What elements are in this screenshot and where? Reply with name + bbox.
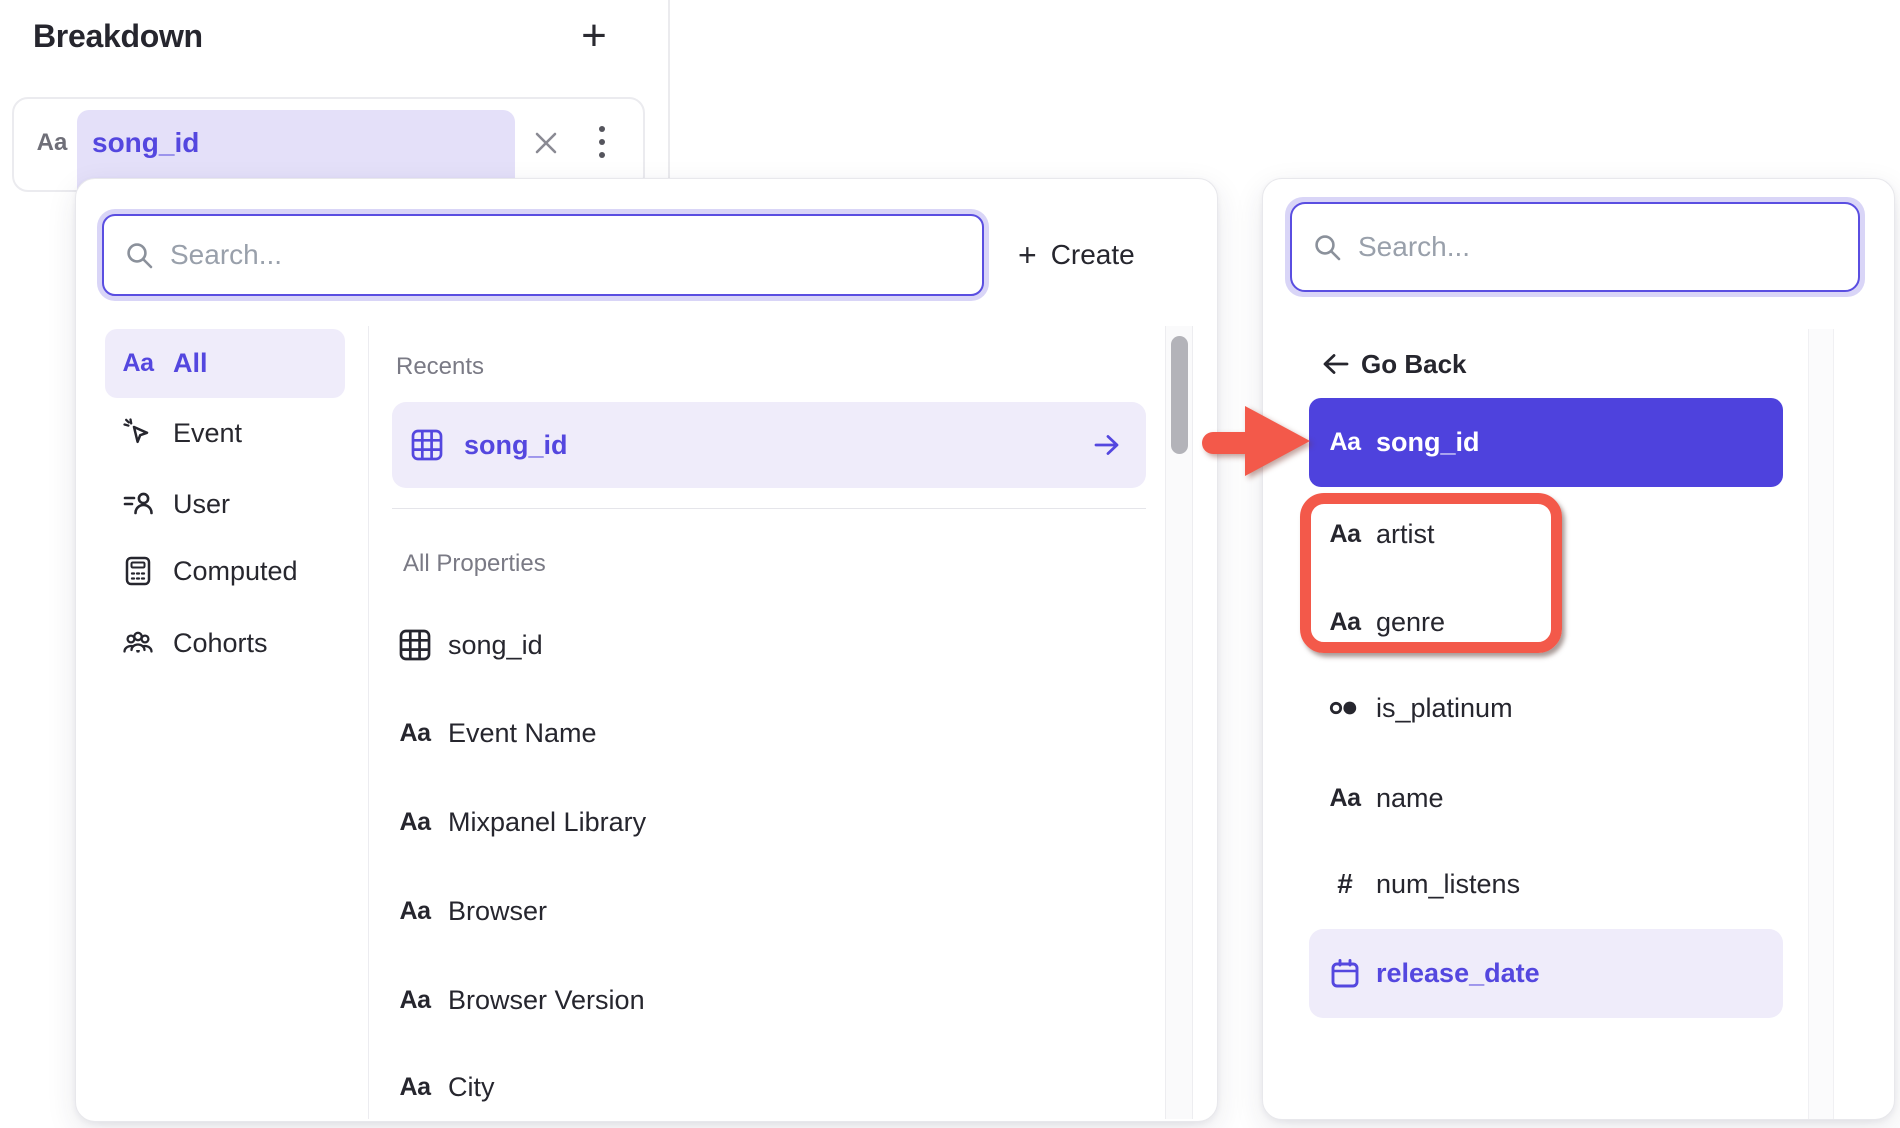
- selected-property-label: song_id: [92, 110, 199, 176]
- property-label: Browser: [448, 896, 547, 927]
- text-type-icon: Aa: [1330, 784, 1361, 813]
- all-properties-header: All Properties: [403, 550, 546, 578]
- text-type-icon: Aa: [1330, 428, 1361, 457]
- property-row-genre[interactable]: Aa genre: [1309, 589, 1549, 655]
- search-input[interactable]: [170, 239, 982, 271]
- category-label: Event: [173, 418, 242, 449]
- remove-property-button[interactable]: [528, 125, 564, 161]
- event-cursor-icon: [121, 416, 155, 450]
- arrow-left-icon: [1321, 351, 1351, 377]
- nested-property-picker-dropdown: Go Back Aa song_id Aa artist Aa genre is…: [1262, 178, 1895, 1120]
- property-row-num-listens[interactable]: # num_listens: [1309, 851, 1783, 917]
- scrollbar-track: [1808, 329, 1834, 1119]
- sidebar-category-computed[interactable]: Computed: [105, 536, 345, 606]
- property-label: genre: [1376, 607, 1445, 638]
- property-label: City: [448, 1072, 495, 1103]
- table-icon: [409, 427, 445, 463]
- property-row-browser-version[interactable]: Aa Browser Version: [392, 956, 1146, 1044]
- search-input[interactable]: [1358, 231, 1858, 263]
- search-field: [1285, 197, 1865, 297]
- property-row-name[interactable]: Aa name: [1309, 765, 1783, 831]
- sidebar-category-cohorts[interactable]: Cohorts: [105, 608, 345, 678]
- calculator-icon: [121, 554, 155, 588]
- property-label: is_platinum: [1376, 693, 1513, 724]
- property-row-browser[interactable]: Aa Browser: [392, 867, 1146, 955]
- property-label: release_date: [1376, 958, 1540, 989]
- go-back-label: Go Back: [1361, 349, 1467, 380]
- breakdown-section-title: Breakdown: [33, 18, 203, 55]
- calendar-icon: [1328, 957, 1362, 991]
- property-label: Mixpanel Library: [448, 807, 646, 838]
- category-label: Computed: [173, 556, 298, 587]
- breakdown-panel-border: [668, 0, 670, 178]
- property-row-is-platinum[interactable]: is_platinum: [1309, 675, 1783, 741]
- property-label: Browser Version: [448, 985, 645, 1016]
- create-button-label: Create: [1051, 239, 1135, 271]
- property-row-mixpanel-library[interactable]: Aa Mixpanel Library: [392, 778, 1146, 866]
- search-field: [97, 209, 989, 301]
- property-row-song-id-selected[interactable]: Aa song_id: [1309, 398, 1783, 487]
- property-options-button[interactable]: [586, 121, 618, 165]
- close-icon: [533, 130, 559, 156]
- search-icon: [124, 240, 154, 270]
- add-breakdown-button[interactable]: +: [566, 8, 622, 64]
- text-type-icon: Aa: [400, 897, 431, 926]
- sidebar-category-user[interactable]: User: [105, 469, 345, 539]
- category-list-divider: [368, 326, 369, 1119]
- arrow-right-icon: [1092, 430, 1122, 460]
- text-type-icon: Aa: [400, 808, 431, 837]
- sidebar-category-event[interactable]: Event: [105, 398, 345, 468]
- kebab-icon: [597, 123, 607, 163]
- property-row-song-id[interactable]: song_id: [392, 601, 1146, 689]
- text-type-icon: Aa: [400, 986, 431, 1015]
- property-label: name: [1376, 783, 1444, 814]
- search-icon: [1312, 232, 1342, 262]
- property-label: song_id: [1376, 427, 1480, 458]
- create-property-button[interactable]: + Create: [1018, 233, 1135, 277]
- property-picker-dropdown: + Create Aa All Event User: [75, 178, 1218, 1122]
- category-label: All: [173, 348, 208, 379]
- number-type-icon: #: [1337, 868, 1353, 900]
- cohorts-icon: [121, 626, 155, 660]
- plus-icon: +: [1018, 237, 1037, 274]
- sidebar-category-all[interactable]: Aa All: [105, 329, 345, 398]
- table-icon: [397, 627, 433, 663]
- recents-header: Recents: [396, 353, 484, 381]
- property-type-text-icon: Aa: [30, 114, 74, 172]
- property-label: song_id: [448, 630, 543, 661]
- text-type-icon: Aa: [400, 1073, 431, 1102]
- boolean-type-icon: [1328, 691, 1362, 725]
- property-label: artist: [1376, 519, 1435, 550]
- recent-property-label: song_id: [464, 430, 568, 461]
- text-type-icon: Aa: [123, 349, 154, 378]
- text-type-icon: Aa: [1330, 608, 1361, 637]
- text-type-icon: Aa: [400, 719, 431, 748]
- scrollbar-thumb[interactable]: [1171, 336, 1188, 454]
- go-back-item[interactable]: Go Back: [1293, 336, 1773, 392]
- property-label: num_listens: [1376, 869, 1520, 900]
- property-row-city[interactable]: Aa City: [392, 1043, 1146, 1128]
- property-row-event-name[interactable]: Aa Event Name: [392, 689, 1146, 777]
- category-label: User: [173, 489, 230, 520]
- section-divider: [392, 508, 1146, 509]
- user-icon: [121, 487, 155, 521]
- text-type-icon: Aa: [1330, 520, 1361, 549]
- property-label: Event Name: [448, 718, 597, 749]
- category-label: Cohorts: [173, 628, 268, 659]
- plus-icon: +: [581, 11, 607, 61]
- recent-property-row[interactable]: song_id: [392, 402, 1146, 488]
- property-row-artist[interactable]: Aa artist: [1309, 501, 1549, 567]
- property-row-release-date[interactable]: release_date: [1309, 929, 1783, 1018]
